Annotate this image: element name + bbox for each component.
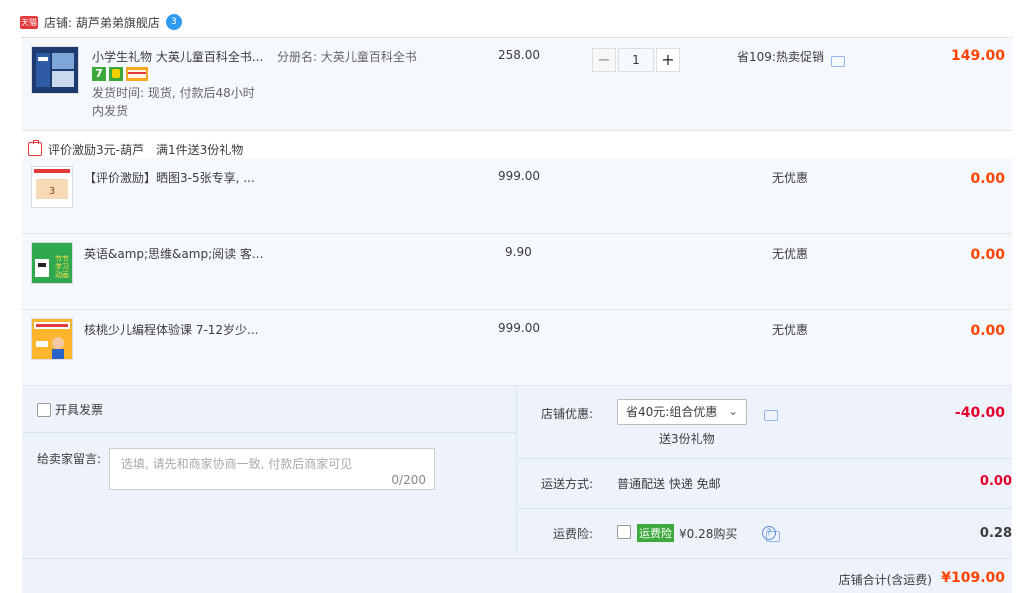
increase-button[interactable]: + (656, 48, 680, 72)
help-icon[interactable]: ? (762, 526, 776, 540)
tmall-logo: 天猫 (20, 15, 38, 29)
main-item-row: 小学生礼物 大英儿童百科全书... 分册名: 大英儿童百科全书 7 发货时间: … (22, 38, 1012, 131)
credit-card-icon[interactable] (126, 67, 148, 81)
unit-price: 258.00 (498, 48, 540, 62)
insurance-tag: 运费险 (637, 524, 674, 542)
ship-time-line2: 内发货 (92, 104, 129, 118)
coupon-number: 3 (49, 186, 55, 197)
gift-price: 999.00 (498, 321, 540, 335)
item-amount: 149.00 (950, 48, 1005, 64)
divider (22, 432, 516, 433)
gift-amount: 0.00 (970, 171, 1005, 187)
gift-price: 999.00 (498, 169, 540, 183)
gift-price: 9.90 (505, 245, 532, 259)
discount-detail-icon[interactable] (764, 410, 778, 421)
invoice-checkbox[interactable] (37, 402, 51, 417)
gift-thumbnail[interactable]: 3 (31, 166, 73, 208)
gift-title[interactable]: 英语&amp;思维&amp;阅读 客... (84, 245, 263, 262)
divider (518, 508, 1012, 509)
quantity-stepper: − 1 + (592, 48, 680, 72)
gift-thumbnail[interactable] (31, 318, 73, 360)
message-placeholder: 选填, 请先和商家协商一致, 付款后商家可见 (121, 457, 353, 471)
coding-course-image-icon (32, 319, 72, 359)
guarantee-icon[interactable] (109, 67, 123, 81)
shop-discount-selected: 省40元:组合优惠 (626, 405, 718, 419)
shop-header: 天猫 店铺: 葫芦弟弟旗舰店 3 (20, 12, 182, 32)
insurance-price: ¥0.28购买 (679, 527, 738, 541)
shop-total-amount: ¥109.00 (941, 570, 1005, 586)
gift-discount: 无优惠 (772, 323, 809, 337)
panel-divider (516, 386, 517, 552)
gift-row: 3 【评价激励】晒图3-5张专享, ... 999.00 无优惠 0.00 (22, 158, 1012, 234)
product-thumbnail[interactable] (31, 46, 79, 94)
insurance-amount: 0.28 (979, 526, 1012, 541)
gift-amount: 0.00 (970, 323, 1005, 339)
chevron-down-icon: ⌄ (727, 404, 738, 418)
wangwang-chat-icon[interactable]: 3 (165, 14, 182, 30)
shop-discount-label: 店铺优惠: (541, 407, 594, 421)
product-sku: 分册名: 大英儿童百科全书 (277, 50, 417, 64)
shop-discount-amount: -40.00 (954, 405, 1005, 421)
gift-discount: 无优惠 (772, 247, 809, 261)
gift-rule-label: 满1件送3份礼物 (155, 142, 244, 157)
quantity-input[interactable]: 1 (618, 48, 654, 72)
invoice-option[interactable]: 开具发票 (37, 401, 103, 418)
divider (518, 458, 1012, 459)
service-tags: 7 (92, 67, 148, 81)
insurance-label: 运费险: (553, 527, 594, 541)
promo-detail-icon[interactable] (831, 56, 845, 67)
encyclopedia-image-icon (32, 47, 78, 93)
shipping-method: 普通配送 快递 免邮 (617, 477, 721, 491)
svg-text:节节: 节节 (55, 255, 69, 263)
coupon-image-icon: 3 (32, 167, 72, 207)
learning-video-image-icon: 节节 学习 动画 (32, 243, 72, 283)
message-label: 给卖家留言: (37, 452, 102, 466)
shop-total-label: 店铺合计(含运费) (838, 573, 932, 587)
gift-title[interactable]: 【评价激励】晒图3-5张专享, ... (84, 169, 255, 186)
decrease-button[interactable]: − (592, 48, 616, 72)
seven-day-return-icon[interactable]: 7 (92, 67, 106, 81)
gift-row: 核桃少儿编程体验课 7-12岁少... 999.00 无优惠 0.00 (22, 310, 1012, 386)
shipping-label: 运送方式: (541, 477, 594, 491)
message-textarea[interactable]: 选填, 请先和商家协商一致, 付款后商家可见 0/200 (109, 448, 435, 490)
gift-promo-header: 评价激励3元-葫芦 满1件送3份礼物 (28, 138, 243, 160)
shop-gift-note: 送3份礼物 (659, 432, 715, 446)
shop-discount-select[interactable]: 省40元:组合优惠 ⌄ (617, 399, 747, 425)
insurance-checkbox[interactable] (617, 525, 631, 539)
promo-label: 省109:热卖促销 (737, 50, 824, 64)
gift-amount: 0.00 (970, 247, 1005, 263)
gift-icon (28, 140, 42, 156)
svg-text:学习: 学习 (55, 262, 69, 271)
svg-text:动画: 动画 (55, 270, 69, 279)
invoice-label: 开具发票 (55, 403, 104, 417)
gift-thumbnail[interactable]: 节节 学习 动画 (31, 242, 73, 284)
gift-row: 节节 学习 动画 英语&amp;思维&amp;阅读 客... 9.90 无优惠 … (22, 234, 1012, 310)
gift-title[interactable]: 核桃少儿编程体验课 7-12岁少... (84, 321, 259, 338)
shipping-amount: 0.00 (979, 474, 1012, 489)
gift-promo-label: 评价激励3元-葫芦 (48, 142, 144, 157)
product-title[interactable]: 小学生礼物 大英儿童百科全书... (92, 48, 263, 65)
shop-name[interactable]: 店铺: 葫芦弟弟旗舰店 (44, 14, 160, 31)
shop-total-row: 店铺合计(含运费) ¥109.00 (22, 558, 1012, 593)
gift-discount: 无优惠 (772, 171, 809, 185)
message-char-count: 0/200 (391, 473, 426, 487)
ship-time-line1: 发货时间: 现货, 付款后48小时 (92, 86, 255, 100)
